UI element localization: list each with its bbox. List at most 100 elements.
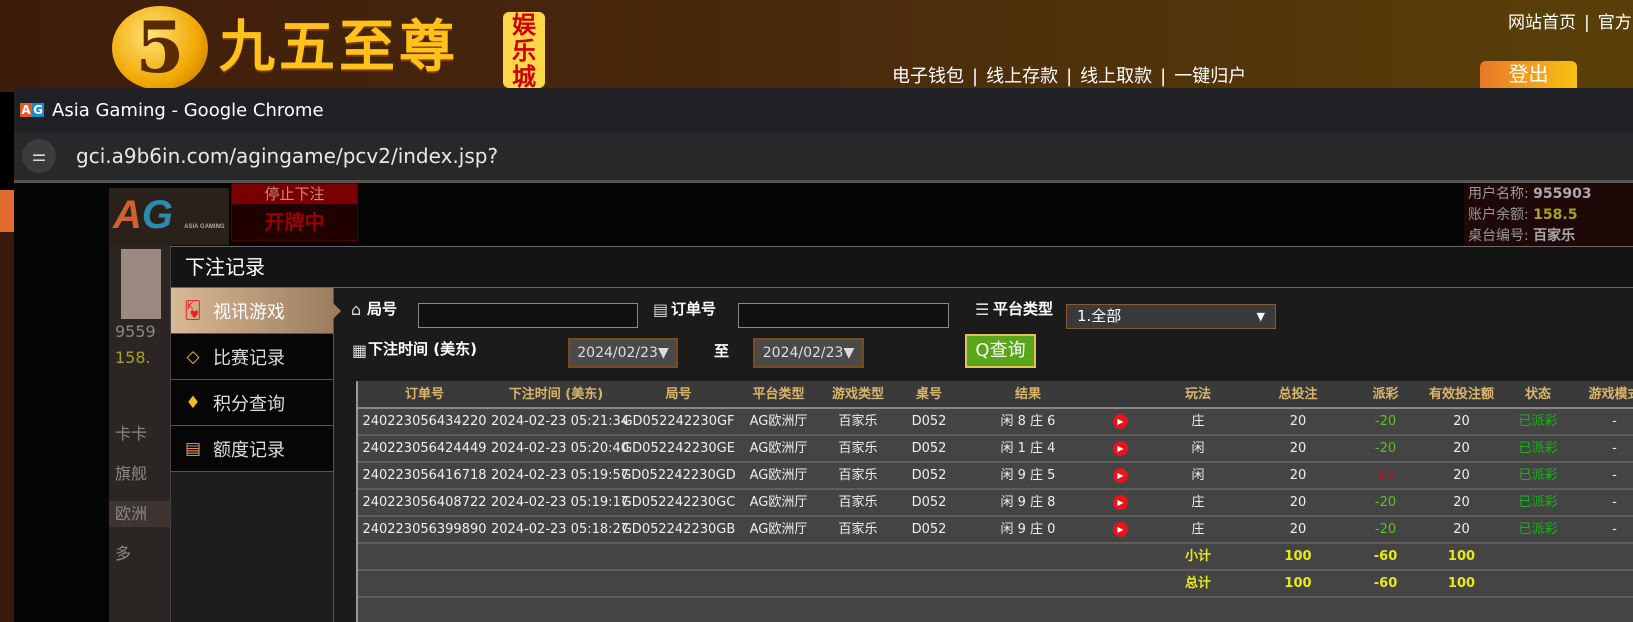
status-cell: 已派彩 [1500,435,1576,463]
table-row: 240223056424449 2024-02-23 05:20:40 GD0522… [358,435,1633,463]
column-header: 桌号 [895,381,963,409]
sidebar-item-label: 积分查询 [213,393,285,415]
logout-button[interactable]: 登出 [1480,61,1577,88]
platform-cell: AG欧洲厅 [736,435,821,463]
sidebar-item-points[interactable]: ♦ 积分查询 [171,380,333,426]
table-label: 桌台编号: [1468,228,1529,244]
column-header: 玩法 [1148,381,1248,409]
total-bet-cell: 20 [1248,516,1348,544]
link-home[interactable]: 网站首页 [1508,13,1576,33]
round-input[interactable] [418,303,638,328]
subtotal-cell [1500,543,1576,571]
replay-button[interactable]: ▶ [1093,489,1148,517]
user-info-panel: 用户名称: 955903 账户余额: 158.5 桌台编号: 百家乐 [1464,183,1633,247]
bet-time-cell: 2024-02-23 05:18:27 [491,516,629,544]
nav-consolidate[interactable]: 一键归户 [1174,66,1246,87]
table-id-cell: D052 [895,516,963,544]
replay-button[interactable]: ▶ [1093,408,1148,436]
game-mode-cell: - [1576,489,1633,517]
table-row: 240223056434220 2024-02-23 05:21:34 GD0522… [358,408,1633,436]
column-header: 总投注 [1248,381,1348,409]
payout-cell: -20 [1348,435,1423,463]
query-button[interactable]: Q查询 [965,334,1036,368]
order-id-cell: 240223056424449 [358,435,491,463]
cards-icon: 🂾 [184,300,202,321]
avatar [121,249,161,319]
play-icon: ▶ [1113,468,1128,483]
balance-label: 账户余额: [1468,207,1529,223]
valid-bet-cell: 20 [1423,462,1500,490]
column-header: 状态 [1500,381,1576,409]
link-official[interactable]: 官方 [1598,13,1632,33]
document-icon: ▤ [184,438,202,459]
table-row: 240223056416718 2024-02-23 05:19:57 GD0522… [358,462,1633,490]
replay-button[interactable]: ▶ [1093,516,1148,544]
order-id-cell: 240223056434220 [358,408,491,436]
replay-button[interactable]: ▶ [1093,462,1148,490]
column-header: 结果 [963,381,1093,409]
site-logo-tag: 娱乐城 [503,12,545,90]
date-from-picker[interactable]: 2024/02/23▼ [568,338,678,368]
player-balance: 158. [115,348,151,367]
valid-bet-cell: 20 [1423,435,1500,463]
game-tab[interactable]: 多 [109,541,172,567]
sidebar-item-match-records[interactable]: ◇ 比赛记录 [171,334,333,380]
dealing-status: 开牌中 [264,210,325,234]
bet-record-modal: 下注记录 🂾 视讯游戏 ◇ 比赛记录 ♦ 积分查询 ▤ 额度记录 ⌂ 局号 ▤ 订单号 … [170,246,1633,622]
game-tab[interactable]: 旗舰 [109,461,172,487]
result-cell: 闲 9 庄 8 [963,489,1093,517]
sidebar-item-credit[interactable]: ▤ 额度记录 [171,426,333,472]
platform-select[interactable]: 1.全部 ▼ [1066,304,1276,329]
total-cell [491,570,621,598]
table-id-cell: D052 [895,435,963,463]
total-bet-cell: 20 [1248,489,1348,517]
browser-window: A G Asia Gaming - Google Chrome ⚌ gci.a9b… [14,88,1633,622]
calendar-icon: ▦ [352,341,368,360]
window-title: Asia Gaming - Google Chrome [52,99,324,121]
subtotal-cell [963,543,1093,571]
betting-status-box: 停止下注 开牌中 [231,183,358,241]
date-to-picker[interactable]: 2024/02/23▼ [753,338,864,368]
platform-label: 平台类型 [993,300,1054,318]
favicon-g: G [32,103,44,117]
username-label: 用户名称: [1468,186,1529,202]
bet-type-cell: 庄 [1148,489,1248,517]
column-header: 订单号 [358,381,491,409]
ag-logo-a: A [113,193,142,237]
payout-cell: -20 [1348,489,1423,517]
nav-e-wallet[interactable]: 电子钱包 [892,66,964,87]
order-input[interactable] [738,303,949,328]
column-header: 有效投注额 [1423,381,1500,409]
table-id-cell: D052 [895,408,963,436]
game-mode-cell: - [1576,435,1633,463]
subtotal-cell [1576,543,1633,571]
address-bar[interactable]: ⚌ gci.a9b6in.com/agingame/pcv2/index.jsp… [14,132,1633,183]
play-icon: ▶ [1113,414,1128,429]
column-header: 局号 [621,381,736,409]
game-type-cell: 百家乐 [821,408,895,436]
site-settings-icon[interactable]: ⚌ [22,139,56,173]
order-label: 订单号 [671,300,717,318]
payout-cell: -20 [1348,516,1423,544]
nav-deposit[interactable]: 线上存款 [986,66,1058,87]
valid-bet-cell: 20 [1423,516,1500,544]
replay-button[interactable]: ▶ [1093,435,1148,463]
column-header: 游戏模式 [1576,381,1633,409]
url-text[interactable]: gci.a9b6in.com/agingame/pcv2/index.jsp? [76,144,498,168]
clipboard-icon: ▤ [653,300,669,319]
column-header: 下注时间 (美东) [491,381,621,409]
tag-icon: ⌂ [351,300,362,319]
nav-withdraw[interactable]: 线上取款 [1080,66,1152,87]
game-tab[interactable]: 欧洲 [109,501,172,527]
play-icon: ▶ [1113,495,1128,510]
status-cell: 已派彩 [1500,489,1576,517]
bet-type-cell: 闲 [1148,462,1248,490]
site-logo-text: 九五至尊 [219,14,459,80]
column-header: 平台类型 [736,381,821,409]
record-sidebar: 🂾 视讯游戏 ◇ 比赛记录 ♦ 积分查询 ▤ 额度记录 [171,288,341,622]
sidebar-item-live-games[interactable]: 🂾 视讯游戏 [171,288,341,334]
round-label: 局号 [367,300,398,318]
site-logo-icon: 5 [112,6,208,90]
column-header [1093,381,1148,409]
game-tab[interactable]: 卡卡 [109,421,172,447]
